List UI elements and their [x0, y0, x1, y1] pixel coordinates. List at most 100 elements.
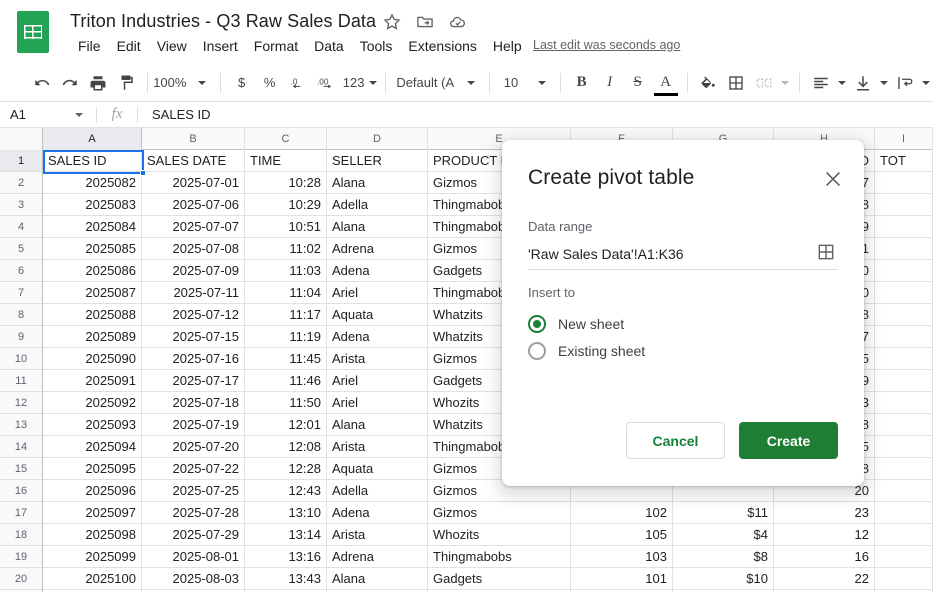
cell-A9[interactable]: 2025089	[43, 326, 142, 348]
merge-dropdown-arrow[interactable]	[778, 69, 792, 97]
menu-help[interactable]: Help	[485, 36, 530, 56]
cell-C12[interactable]: 11:50	[245, 392, 327, 414]
cell-C8[interactable]: 11:17	[245, 304, 327, 326]
menu-extensions[interactable]: Extensions	[400, 36, 484, 56]
cell-B4[interactable]: 2025-07-07	[142, 216, 245, 238]
cell-I4[interactable]	[875, 216, 933, 238]
row-header-2[interactable]: 2	[0, 172, 43, 194]
vertical-align-dropdown-arrow[interactable]	[877, 69, 891, 97]
menu-file[interactable]: File	[70, 36, 109, 56]
row-header-17[interactable]: 17	[0, 502, 43, 524]
row-header-15[interactable]: 15	[0, 458, 43, 480]
cell-D5[interactable]: Adrena	[327, 238, 428, 260]
font-family-dropdown-arrow[interactable]	[454, 69, 482, 97]
cell-D9[interactable]: Adena	[327, 326, 428, 348]
cell-C10[interactable]: 11:45	[245, 348, 327, 370]
cell-B18[interactable]: 2025-07-29	[142, 524, 245, 546]
cell-G18[interactable]: $4	[673, 524, 774, 546]
menu-edit[interactable]: Edit	[109, 36, 149, 56]
cell-I7[interactable]	[875, 282, 933, 304]
cell-D8[interactable]: Aquata	[327, 304, 428, 326]
menu-tools[interactable]: Tools	[352, 36, 401, 56]
cell-B15[interactable]: 2025-07-22	[142, 458, 245, 480]
row-header-7[interactable]: 7	[0, 282, 43, 304]
radio-existing-sheet[interactable]: Existing sheet	[528, 342, 645, 360]
row-header-8[interactable]: 8	[0, 304, 43, 326]
select-range-icon[interactable]	[816, 242, 838, 264]
cell-H19[interactable]: 16	[774, 546, 875, 568]
row-header-5[interactable]: 5	[0, 238, 43, 260]
cell-C16[interactable]: 12:43	[245, 480, 327, 502]
cell-G20[interactable]: $10	[673, 568, 774, 590]
print-icon[interactable]	[84, 69, 112, 97]
cell-C1[interactable]: TIME	[245, 150, 327, 172]
font-size-dropdown-arrow[interactable]	[525, 69, 553, 97]
row-header-13[interactable]: 13	[0, 414, 43, 436]
decrease-decimal-button[interactable]: .0	[284, 69, 312, 97]
text-color-button[interactable]: A	[652, 69, 680, 97]
menu-view[interactable]: View	[149, 36, 195, 56]
menu-format[interactable]: Format	[246, 36, 306, 56]
cell-A5[interactable]: 2025085	[43, 238, 142, 260]
cell-B5[interactable]: 2025-07-08	[142, 238, 245, 260]
cell-A18[interactable]: 2025098	[43, 524, 142, 546]
increase-decimal-button[interactable]: .00	[312, 69, 340, 97]
column-header-d[interactable]: D	[327, 128, 428, 150]
column-header-b[interactable]: B	[142, 128, 245, 150]
cell-C19[interactable]: 13:16	[245, 546, 327, 568]
row-header-16[interactable]: 16	[0, 480, 43, 502]
row-header-11[interactable]: 11	[0, 370, 43, 392]
row-header-12[interactable]: 12	[0, 392, 43, 414]
zoom-selector[interactable]: 100%	[153, 69, 186, 97]
cell-I3[interactable]	[875, 194, 933, 216]
row-header-18[interactable]: 18	[0, 524, 43, 546]
cell-I6[interactable]	[875, 260, 933, 282]
cell-F18[interactable]: 105	[571, 524, 673, 546]
row-header-9[interactable]: 9	[0, 326, 43, 348]
column-header-a[interactable]: A	[43, 128, 142, 150]
cell-A11[interactable]: 2025091	[43, 370, 142, 392]
cell-B6[interactable]: 2025-07-09	[142, 260, 245, 282]
row-header-10[interactable]: 10	[0, 348, 43, 370]
cell-E17[interactable]: Gizmos	[428, 502, 571, 524]
cell-F20[interactable]: 101	[571, 568, 673, 590]
cell-A1[interactable]: SALES ID	[43, 150, 142, 172]
cell-D19[interactable]: Adrena	[327, 546, 428, 568]
paint-format-icon[interactable]	[112, 69, 140, 97]
row-header-4[interactable]: 4	[0, 216, 43, 238]
cell-C15[interactable]: 12:28	[245, 458, 327, 480]
cell-F19[interactable]: 103	[571, 546, 673, 568]
cell-I14[interactable]	[875, 436, 933, 458]
cell-D15[interactable]: Aquata	[327, 458, 428, 480]
cell-C18[interactable]: 13:14	[245, 524, 327, 546]
row-header-20[interactable]: 20	[0, 568, 43, 590]
cell-I2[interactable]	[875, 172, 933, 194]
cell-I16[interactable]	[875, 480, 933, 502]
currency-format-button[interactable]: $	[228, 69, 256, 97]
cell-E20[interactable]: Gadgets	[428, 568, 571, 590]
cell-B9[interactable]: 2025-07-15	[142, 326, 245, 348]
formula-input[interactable]: SALES ID	[138, 107, 211, 122]
radio-existing-sheet-indicator[interactable]	[528, 342, 546, 360]
cell-G19[interactable]: $8	[673, 546, 774, 568]
cell-D17[interactable]: Adena	[327, 502, 428, 524]
cell-D4[interactable]: Alana	[327, 216, 428, 238]
cell-B1[interactable]: SALES DATE	[142, 150, 245, 172]
cell-A3[interactable]: 2025083	[43, 194, 142, 216]
cell-H18[interactable]: 12	[774, 524, 875, 546]
column-header-c[interactable]: C	[245, 128, 327, 150]
cell-E18[interactable]: Whozits	[428, 524, 571, 546]
cell-B12[interactable]: 2025-07-18	[142, 392, 245, 414]
font-family-selector[interactable]: Default (Ari...	[392, 69, 454, 97]
redo-icon[interactable]	[56, 69, 84, 97]
create-button[interactable]: Create	[739, 422, 838, 459]
cell-F17[interactable]: 102	[571, 502, 673, 524]
cell-I8[interactable]	[875, 304, 933, 326]
cell-B3[interactable]: 2025-07-06	[142, 194, 245, 216]
cell-B13[interactable]: 2025-07-19	[142, 414, 245, 436]
cell-C4[interactable]: 10:51	[245, 216, 327, 238]
cell-I5[interactable]	[875, 238, 933, 260]
cell-C11[interactable]: 11:46	[245, 370, 327, 392]
close-icon[interactable]	[820, 166, 846, 192]
radio-new-sheet[interactable]: New sheet	[528, 315, 624, 333]
